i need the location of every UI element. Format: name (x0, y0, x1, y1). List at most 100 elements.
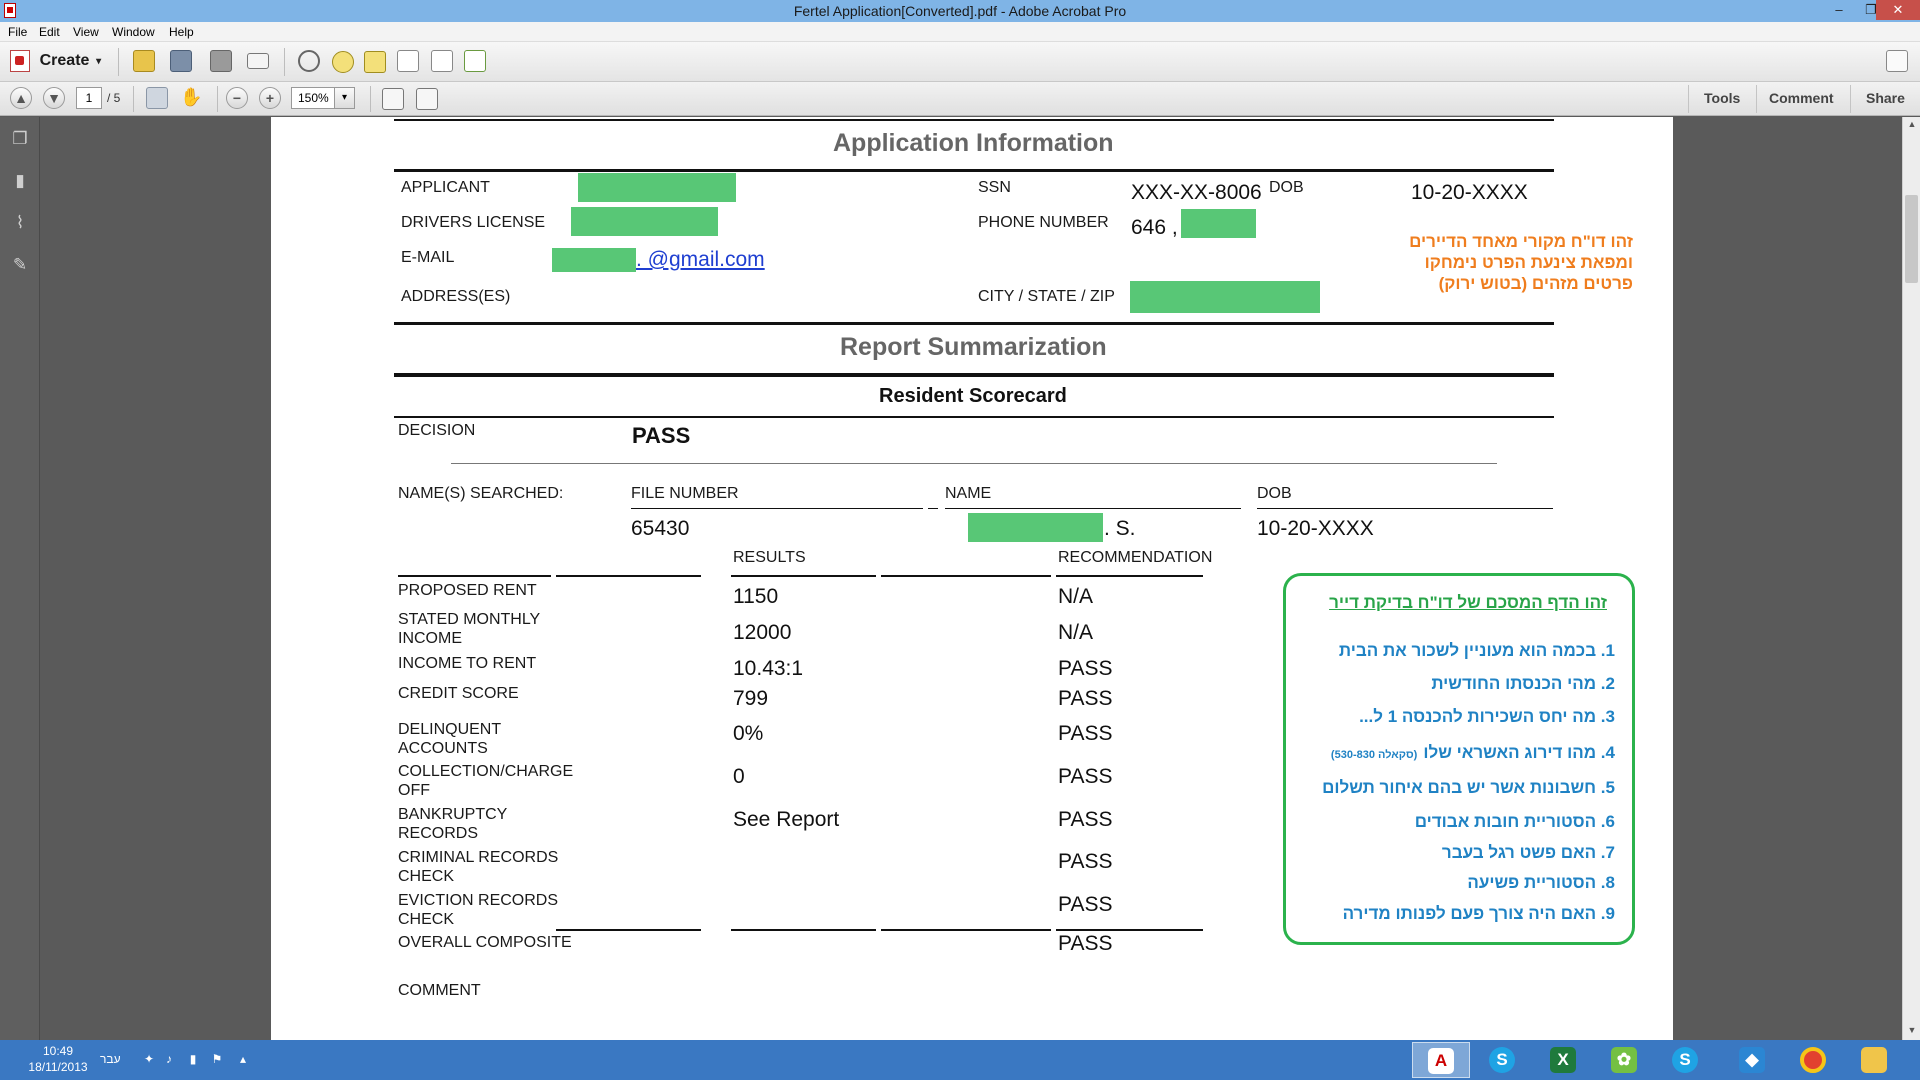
table-rule (881, 929, 1051, 931)
city-state-zip-label: CITY / STATE / ZIP (978, 288, 1115, 305)
section-rule (394, 322, 1554, 325)
annotation-item: 4. מהו דירוג האשראי שלו (סקאלה 530-830) (1331, 743, 1615, 763)
scroll-down-icon[interactable]: ▼ (1903, 1025, 1920, 1035)
attachments-icon[interactable]: ⌇ (10, 213, 30, 233)
scorecard-row-label: CREDIT SCORE (398, 685, 519, 702)
chrome-icon (1800, 1047, 1826, 1073)
open-folder-icon[interactable] (133, 50, 155, 72)
decision-value: PASS (632, 423, 691, 448)
taskbar-excel[interactable]: X (1534, 1042, 1592, 1078)
taskbar-green-app[interactable]: ✿ (1595, 1042, 1653, 1078)
email-value: . @gmail.com (636, 248, 765, 271)
section-rule (394, 169, 1554, 172)
previous-page-icon[interactable]: ▲ (10, 87, 32, 109)
taskbar-acrobat[interactable]: A (1412, 1042, 1470, 1078)
toolbar-separator (133, 86, 134, 112)
hand-tool-icon[interactable]: ✋ (180, 87, 202, 109)
table-rule (731, 575, 876, 577)
menu-window[interactable]: Window (112, 25, 155, 39)
city-redaction (1130, 281, 1320, 313)
file-number-header: FILE NUMBER (631, 485, 739, 502)
annotation-item: 3. מה יחס השכירות להכנסה 1 ל... (1359, 707, 1615, 727)
skype-icon: S (1672, 1047, 1698, 1073)
toolbar-separator (284, 48, 285, 76)
settings-gear-icon[interactable] (298, 50, 320, 72)
close-button[interactable]: ✕ (1876, 0, 1920, 20)
page-thumbnails-icon[interactable]: ❐ (10, 129, 30, 149)
signatures-icon[interactable]: ✎ (10, 255, 30, 275)
toolbar-separator (217, 86, 218, 112)
decision-label: DECISION (398, 422, 476, 439)
taskbar-explorer[interactable] (1845, 1042, 1903, 1078)
email-icon[interactable] (247, 53, 269, 69)
toolbar-separator (370, 86, 371, 112)
zoom-dropdown-icon[interactable]: ▾ (335, 87, 355, 109)
minimize-button[interactable]: – (1824, 0, 1854, 20)
signal-icon[interactable]: ▮ (186, 1052, 200, 1066)
vertical-scrollbar[interactable]: ▲ ▼ (1902, 117, 1920, 1040)
volume-icon[interactable]: ♪ (162, 1052, 176, 1066)
print-icon[interactable] (210, 50, 232, 72)
zoom-level-input[interactable]: 150% (291, 87, 335, 109)
highlight-icon[interactable] (364, 51, 386, 73)
clock-date: 18/11/2013 (28, 1060, 88, 1074)
annotation-item-text: 6. הסטוריית חובות אבודים (1414, 812, 1615, 831)
name-header: NAME (945, 485, 992, 502)
menu-view[interactable]: View (73, 25, 99, 39)
ssn-value: XXX-XX-8006 (1131, 181, 1262, 204)
email-redaction (552, 248, 636, 273)
phone-label: PHONE NUMBER (978, 214, 1109, 231)
tab-comment[interactable]: Comment (1769, 90, 1834, 106)
create-button[interactable]: Create ▾ (10, 50, 101, 74)
scorecard-row-label: EVICTION RECORDS CHECK (398, 892, 559, 928)
recommendation-header: RECOMMENDATION (1058, 549, 1213, 566)
annotation-item: 8. הסטוריית פשיעה (1467, 873, 1615, 893)
comment-bubble-icon[interactable] (332, 51, 354, 73)
clock-time: 10:49 (42, 1044, 74, 1058)
taskbar-skype-2[interactable]: S (1656, 1042, 1714, 1078)
scrollbar-thumb[interactable] (1905, 195, 1918, 283)
scorecard-row-label: STATED MONTHLY INCOME (398, 611, 541, 647)
menu-help[interactable]: Help (169, 25, 194, 39)
fit-width-icon[interactable] (382, 88, 404, 110)
section-rule (394, 416, 1554, 418)
tray-expand-icon[interactable]: ▴ (236, 1052, 250, 1066)
scorecard-row-recommendation: PASS (1058, 765, 1113, 788)
address-label: ADDRESS(ES) (401, 288, 511, 305)
annotation-item-text: 1. בכמה הוא מעוניין לשכור את הבית (1338, 641, 1615, 660)
fit-page-icon[interactable] (416, 88, 438, 110)
language-indicator[interactable]: עבר (100, 1052, 121, 1066)
bookmarks-icon[interactable]: ▮ (10, 171, 30, 191)
zoom-out-icon[interactable]: − (226, 87, 248, 109)
phone-redaction (1181, 209, 1256, 238)
annotation-title: זהו הדף המסכם של דו"ח בדיקת דייר (1329, 593, 1607, 612)
scorecard-row-result: 0% (733, 722, 764, 745)
tab-tools[interactable]: Tools (1704, 90, 1740, 106)
redact-page-icon[interactable] (397, 50, 419, 72)
scroll-up-icon[interactable]: ▲ (1903, 119, 1920, 129)
excel-icon: X (1550, 1047, 1576, 1073)
scorecard-row-result: 799 (733, 687, 769, 710)
taskbar-dropbox[interactable]: ◆ (1723, 1042, 1781, 1078)
save-icon[interactable] (170, 50, 192, 72)
flag-icon[interactable]: ⚑ (210, 1052, 224, 1066)
annotation-item-text: 4. מהו דירוג האשראי שלו (1423, 743, 1615, 762)
next-page-icon[interactable]: ▼ (43, 87, 65, 109)
menu-file[interactable]: File (8, 25, 27, 39)
network-icon[interactable]: ✦ (142, 1052, 156, 1066)
scorecard-row-label: OVERALL COMPOSITE (398, 934, 572, 951)
fullscreen-icon[interactable] (1886, 50, 1908, 72)
taskbar-chrome[interactable] (1784, 1042, 1842, 1078)
scorecard-row-label: DELINQUENT ACCOUNTS (398, 721, 502, 757)
page-number-input[interactable]: 1 (76, 87, 102, 109)
taskbar-skype[interactable]: S (1473, 1042, 1531, 1078)
toolbar-separator (118, 48, 119, 76)
email-link[interactable]: . @gmail.com (552, 248, 768, 274)
sign-page-icon[interactable] (464, 50, 486, 72)
zoom-in-icon[interactable]: + (259, 87, 281, 109)
export-page-icon[interactable] (431, 50, 453, 72)
taskbar-clock[interactable]: 10:49 18/11/2013 (20, 1043, 96, 1075)
menu-edit[interactable]: Edit (39, 25, 60, 39)
select-cursor-icon[interactable] (146, 87, 168, 109)
tab-share[interactable]: Share (1866, 90, 1905, 106)
